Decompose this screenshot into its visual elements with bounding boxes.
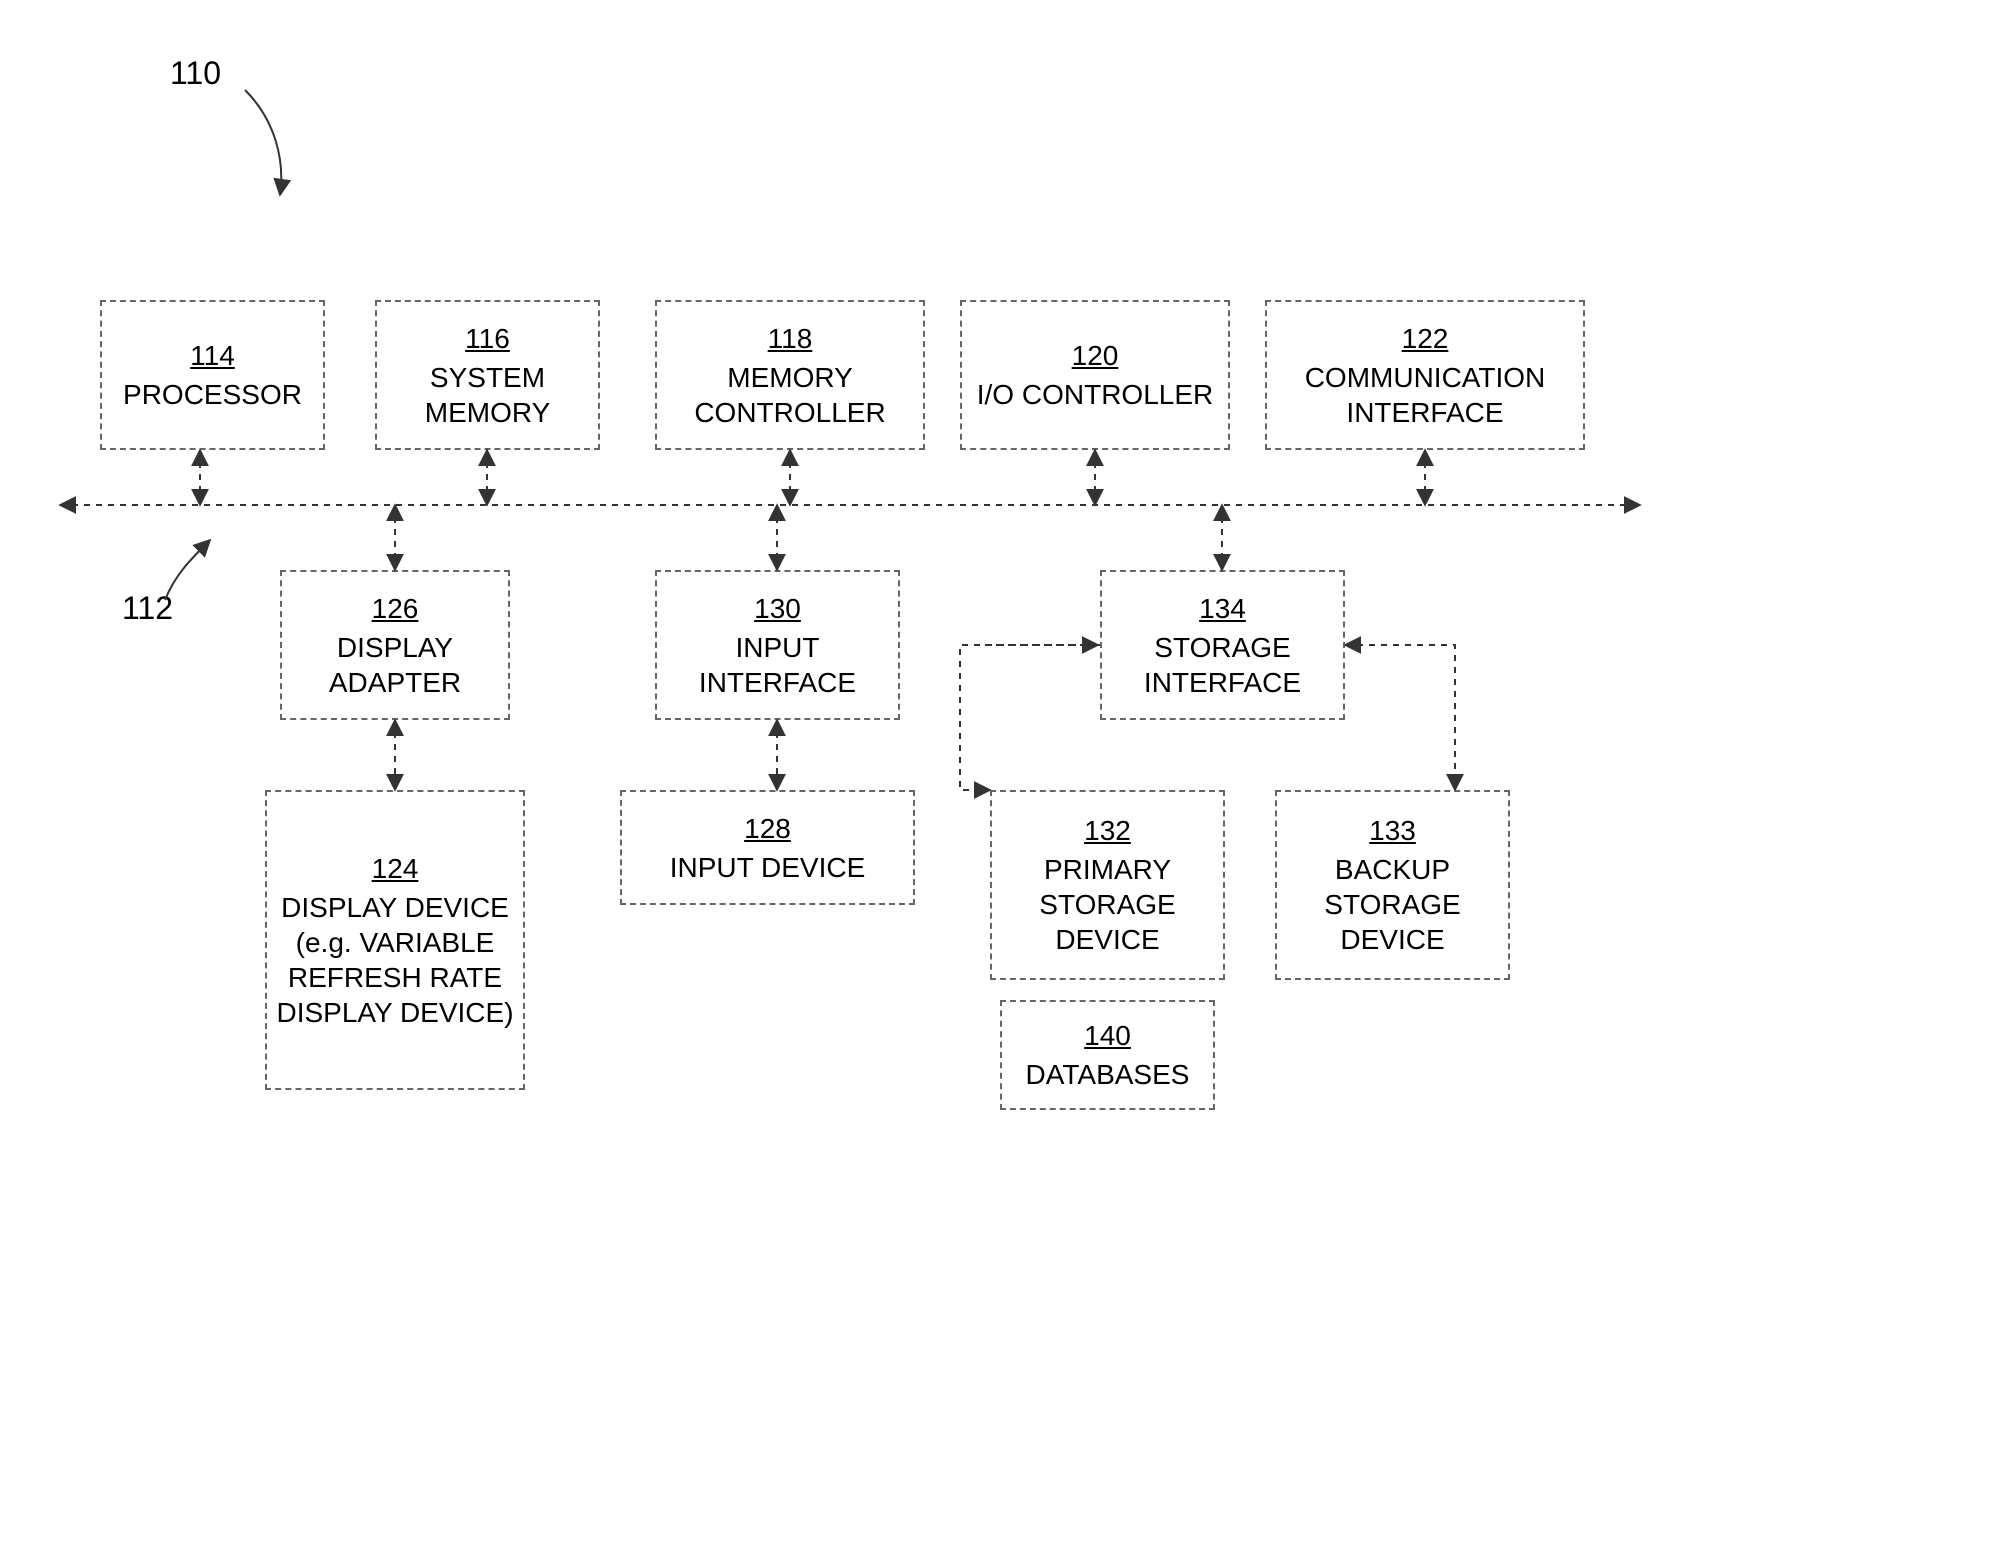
block-label: INPUT INTERFACE: [665, 630, 890, 700]
block-label: I/O CONTROLLER: [977, 377, 1213, 412]
block-display-adapter: 126 DISPLAY ADAPTER: [280, 570, 510, 720]
block-label: DISPLAY DEVICE (e.g. VARIABLE REFRESH RA…: [275, 890, 515, 1030]
block-label: STORAGE INTERFACE: [1110, 630, 1335, 700]
block-label: DISPLAY ADAPTER: [290, 630, 500, 700]
block-label: INPUT DEVICE: [670, 850, 866, 885]
block-number: 120: [1072, 338, 1119, 373]
block-number: 114: [190, 338, 235, 373]
block-label: SYSTEM MEMORY: [385, 360, 590, 430]
block-system-memory: 116 SYSTEM MEMORY: [375, 300, 600, 450]
block-number: 140: [1084, 1018, 1131, 1053]
bus-number-label: 112: [122, 590, 173, 627]
block-label: DATABASES: [1026, 1057, 1190, 1092]
block-number: 126: [372, 591, 419, 626]
block-processor: 114 PROCESSOR: [100, 300, 325, 450]
block-display-device: 124 DISPLAY DEVICE (e.g. VARIABLE REFRES…: [265, 790, 525, 1090]
block-label: PROCESSOR: [123, 377, 302, 412]
block-number: 132: [1084, 813, 1131, 848]
block-label: BACKUP STORAGE DEVICE: [1285, 852, 1500, 957]
block-label: COMMUNICATION INTERFACE: [1275, 360, 1575, 430]
block-number: 116: [465, 321, 510, 356]
block-memory-controller: 118 MEMORY CONTROLLER: [655, 300, 925, 450]
block-number: 130: [754, 591, 801, 626]
figure-number-label: 110: [170, 55, 221, 92]
block-number: 133: [1369, 813, 1416, 848]
block-input-interface: 130 INPUT INTERFACE: [655, 570, 900, 720]
block-io-controller: 120 I/O CONTROLLER: [960, 300, 1230, 450]
block-backup-storage: 133 BACKUP STORAGE DEVICE: [1275, 790, 1510, 980]
block-input-device: 128 INPUT DEVICE: [620, 790, 915, 905]
block-storage-interface: 134 STORAGE INTERFACE: [1100, 570, 1345, 720]
connections-overlay: [0, 0, 2007, 1555]
block-communication-interface: 122 COMMUNICATION INTERFACE: [1265, 300, 1585, 450]
block-label: PRIMARY STORAGE DEVICE: [1000, 852, 1215, 957]
block-label: MEMORY CONTROLLER: [665, 360, 915, 430]
block-databases: 140 DATABASES: [1000, 1000, 1215, 1110]
block-number: 134: [1199, 591, 1246, 626]
block-number: 122: [1402, 321, 1449, 356]
block-number: 124: [372, 851, 419, 886]
block-primary-storage: 132 PRIMARY STORAGE DEVICE: [990, 790, 1225, 980]
block-number: 118: [768, 321, 813, 356]
block-number: 128: [744, 811, 791, 846]
